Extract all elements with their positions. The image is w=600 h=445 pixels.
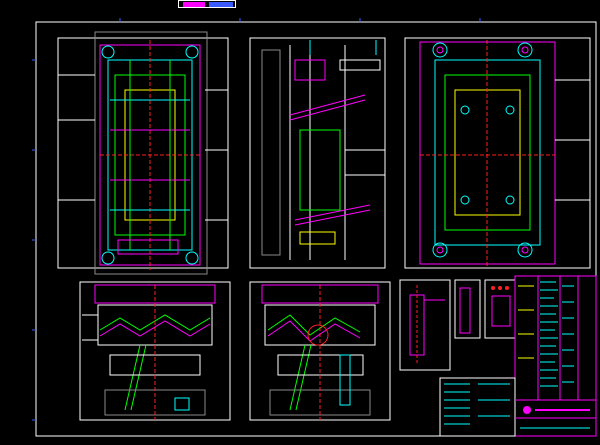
- mold-bottom-view: [404, 37, 591, 269]
- title-block: [439, 275, 597, 437]
- side-section-view: [249, 281, 391, 421]
- detail-views: [399, 279, 516, 371]
- frame-ticks: [32, 18, 481, 421]
- drawing-frame: [35, 21, 597, 437]
- mold-top-view: [57, 31, 229, 275]
- front-section-view: [79, 281, 231, 421]
- mold-section-view: [249, 37, 386, 269]
- cad-drawing-canvas: [32, 18, 597, 437]
